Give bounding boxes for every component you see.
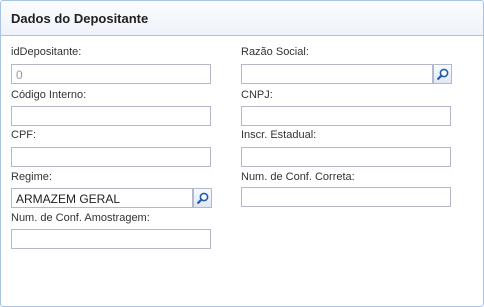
codigo-interno-field[interactable] — [11, 106, 211, 126]
razao-social-field[interactable] — [241, 64, 452, 84]
magnifier-icon — [437, 68, 449, 80]
panel-title: Dados do Depositante — [11, 11, 149, 26]
num-conf-correta-label: Num. de Conf. Correta: — [241, 171, 355, 183]
magnifier-icon — [197, 192, 209, 204]
num-conf-amostragem-field[interactable] — [11, 229, 211, 249]
depositante-panel: Dados do Depositante idDepositante: 0 Ra… — [0, 0, 484, 307]
cnpj-field[interactable] — [241, 106, 451, 126]
id-depositante-field[interactable]: 0 — [11, 64, 211, 84]
regime-value: ARMAZEM GERAL — [16, 192, 121, 206]
panel-header: Dados do Depositante — [1, 1, 483, 36]
cpf-label: CPF: — [11, 129, 37, 141]
num-conf-amostragem-label: Num. de Conf. Amostragem: — [11, 212, 150, 224]
id-depositante-value: 0 — [16, 68, 23, 82]
razao-social-label: Razão Social: — [241, 46, 309, 58]
inscr-estadual-field[interactable] — [241, 147, 451, 167]
codigo-interno-label: Código Interno: — [11, 89, 87, 101]
regime-field[interactable]: ARMAZEM GERAL — [11, 188, 212, 208]
num-conf-correta-field[interactable] — [241, 187, 451, 207]
razao-social-search-button[interactable] — [433, 64, 452, 84]
inscr-estadual-label: Inscr. Estadual: — [241, 129, 317, 141]
cnpj-label: CNPJ: — [241, 89, 273, 101]
regime-search-button[interactable] — [193, 188, 212, 208]
cpf-field[interactable] — [11, 147, 211, 167]
regime-label: Regime: — [11, 171, 52, 183]
id-depositante-label: idDepositante: — [11, 46, 82, 58]
